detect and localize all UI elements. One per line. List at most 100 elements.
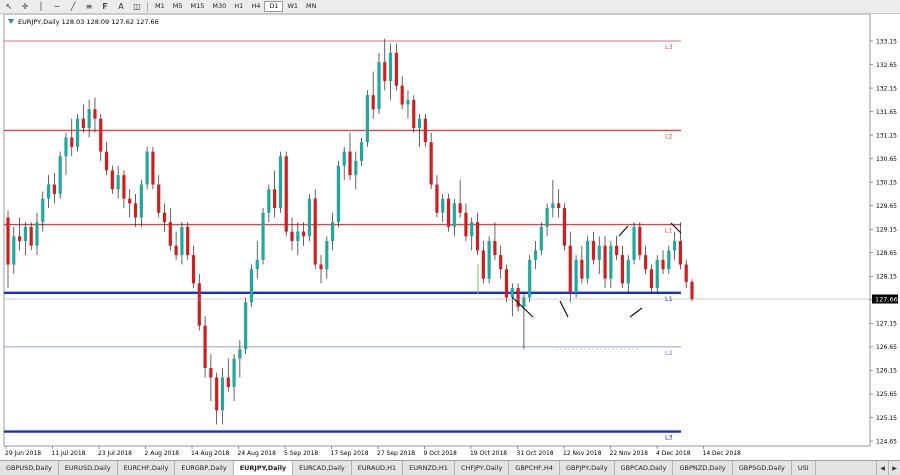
tab-eurgbp-daily[interactable]: EURGBP,Daily <box>175 461 234 475</box>
crosshair-icon[interactable]: ✛ <box>18 1 32 12</box>
time-tick-label: 17 Sep 2018 <box>331 450 369 457</box>
candle-body <box>81 118 85 129</box>
shapes-icon[interactable]: ◫ <box>130 1 144 12</box>
timeframe-mn-button[interactable]: MN <box>302 1 320 12</box>
time-tick-label: 14 Dec 2018 <box>703 450 742 457</box>
candle-body <box>591 241 596 260</box>
candle-body <box>649 269 654 289</box>
candle-body <box>597 245 601 260</box>
candle-body <box>638 226 642 256</box>
candle-body <box>133 203 138 218</box>
candle-body <box>678 241 683 265</box>
tab-euraud-h1[interactable]: EURAUD,H1 <box>352 461 404 475</box>
timeframe-buttons: M1 M5 M15 M30 H1 H4 D1 W1 MN <box>151 1 321 12</box>
price-tick-label: 124.65 <box>876 438 897 445</box>
candle-body <box>615 245 619 256</box>
timeframe-d1-button[interactable]: D1 <box>264 1 284 12</box>
price-tick-label: 131.65 <box>876 109 897 116</box>
candle-body <box>359 142 364 161</box>
level-label: L3 <box>665 434 673 442</box>
text-label-icon[interactable]: A <box>114 1 128 12</box>
candle-body <box>331 222 335 241</box>
candle-body <box>435 184 439 213</box>
tab-gbpchf-h4[interactable]: GBPCHF,H4 <box>509 461 560 475</box>
tab-usi[interactable]: USI <box>792 461 816 475</box>
chart-window[interactable]: EURJPY,Daily 128.03 128.09 127.62 127.66… <box>0 14 900 460</box>
candle-body <box>145 151 149 185</box>
candle-body <box>446 198 451 227</box>
tab-eurnzd-h1[interactable]: EURNZD,H1 <box>403 461 455 475</box>
candle-body <box>452 203 456 227</box>
channel-icon[interactable]: ≡ <box>82 1 96 12</box>
timeframe-h4-button[interactable]: H4 <box>247 1 264 12</box>
candle-body <box>17 236 22 241</box>
candle-body <box>533 250 538 260</box>
candle-body <box>423 118 427 143</box>
tab-eurchf-daily[interactable]: EURCHF,Daily <box>118 461 176 475</box>
tab-gbpnzd-daily[interactable]: GBPNZD,Daily <box>673 461 733 475</box>
time-tick-label: 22 Nov 2018 <box>610 450 649 457</box>
candle-body <box>377 62 381 110</box>
tab-gbpusd-daily[interactable]: GBPUSD,Daily <box>0 461 59 475</box>
candle-body <box>162 212 167 223</box>
time-tick-label: 11 Jul 2018 <box>52 450 86 457</box>
candle-body <box>249 269 254 303</box>
candle-body <box>157 184 161 213</box>
tab-chfjpy-daily[interactable]: CHFJPY,Daily <box>455 461 510 475</box>
horizontal-line-icon[interactable]: ─ <box>50 1 64 12</box>
price-tick-label: 133.15 <box>876 38 897 45</box>
timeframe-m15-button[interactable]: M15 <box>187 1 209 12</box>
candle-body <box>139 184 143 218</box>
cursor-arrow-icon[interactable]: ↖ <box>2 1 16 12</box>
price-tick-label: 128.65 <box>876 250 897 257</box>
candlestick-chart[interactable]: EURJPY,Daily 128.03 128.09 127.62 127.66… <box>0 14 900 460</box>
time-axis[interactable]: 29 Jun 2018 11 Jul 2018 23 Jul 2018 2 Aug 2… <box>5 446 741 457</box>
timeframe-m30-button[interactable]: M30 <box>208 1 230 12</box>
candle-body <box>58 156 62 194</box>
time-tick-label: 23 Jul 2018 <box>98 450 132 457</box>
candle-body <box>493 241 497 256</box>
price-tick-label: 129.15 <box>876 227 897 234</box>
candle-body <box>87 109 91 129</box>
tab-eurjpy-daily[interactable]: EURJPY,Daily <box>233 461 294 475</box>
vertical-line-icon[interactable]: │ <box>34 1 48 12</box>
tab-scroll-left-icon[interactable]: ◀ <box>876 461 888 475</box>
candle-body <box>626 259 630 284</box>
candle-body <box>290 231 294 241</box>
candle-body <box>620 255 625 284</box>
price-axis[interactable]: 133.15 132.65 132.15 131.65 131.15 130.65 130.… <box>870 38 897 445</box>
price-tick-label: 127.15 <box>876 321 897 328</box>
candle-body <box>464 212 468 237</box>
candle-body <box>388 52 393 81</box>
candle-body <box>168 222 172 246</box>
timeframe-m1-button[interactable]: M1 <box>151 1 169 12</box>
tab-gbpcad-daily[interactable]: GBPCAD,Daily <box>615 461 674 475</box>
tab-gbpjpy-daily[interactable]: GBPJPY,Daily <box>560 461 615 475</box>
tab-eurcad-daily[interactable]: EURCAD,Daily <box>293 461 352 475</box>
timeframe-m5-button[interactable]: M5 <box>169 1 187 12</box>
fibonacci-icon[interactable]: 𝐅 <box>98 1 112 12</box>
candle-body <box>203 325 207 369</box>
timeframe-w1-button[interactable]: W1 <box>283 1 302 12</box>
candle-body <box>151 151 155 185</box>
current-price-label: 127.66 <box>875 296 898 304</box>
candle-body <box>481 250 485 279</box>
candle-body <box>325 241 329 270</box>
time-tick-label: 5 Sep 2018 <box>284 450 318 457</box>
tab-list: GBPUSD,Daily EURUSD,Daily EURCHF,Daily EURG… <box>0 461 816 475</box>
candle-body <box>313 198 317 265</box>
trendline-icon[interactable]: ╱ <box>66 1 80 12</box>
candle-body <box>487 241 491 279</box>
tab-gbpsgd-daily[interactable]: GBPSGD,Daily <box>733 461 792 475</box>
candle-body <box>365 95 369 143</box>
candle-body <box>255 259 259 270</box>
timeframe-h1-button[interactable]: H1 <box>230 1 247 12</box>
candle-body <box>655 259 659 289</box>
tab-eurusd-daily[interactable]: EURUSD,Daily <box>59 461 118 475</box>
symbol-tab-bar: GBPUSD,Daily EURUSD,Daily EURCHF,Daily EURG… <box>0 460 900 475</box>
candle-body <box>116 175 120 190</box>
tab-scroll-right-icon[interactable]: ▶ <box>888 461 900 475</box>
level-label: L2 <box>665 349 673 357</box>
plot-area[interactable] <box>3 14 871 447</box>
candle-body <box>104 151 109 171</box>
